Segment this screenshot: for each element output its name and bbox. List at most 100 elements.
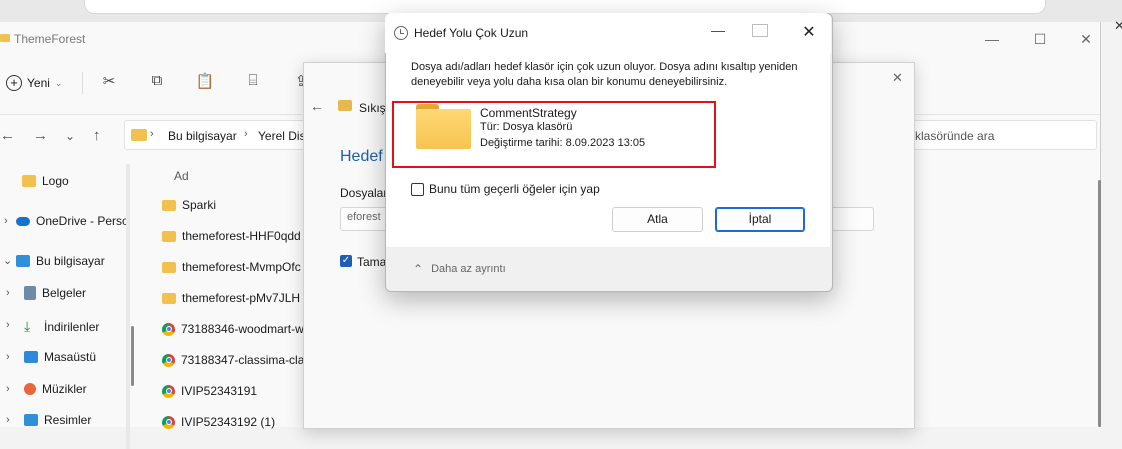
file-name: themeforest-HHF0qdd <box>182 229 301 243</box>
sidebar-item-downloads[interactable]: ⤓ İndirilenler <box>24 318 99 335</box>
cancel-button[interactable]: İptal <box>715 207 805 232</box>
close-icon[interactable]: ✕ <box>892 70 903 86</box>
list-item[interactable]: IVIP52343191 <box>162 384 257 398</box>
sidebar-item-pictures[interactable]: Resimler <box>24 413 91 427</box>
chevron-right-icon[interactable]: › <box>6 383 10 395</box>
sidebar-item-music[interactable]: Müzikler <box>24 382 87 396</box>
chevron-right-icon[interactable]: › <box>6 351 10 363</box>
list-item[interactable]: Sparki <box>162 198 216 212</box>
less-details-label: Daha az ayrıntı <box>431 263 506 275</box>
apply-all-label[interactable]: Bunu tüm geçerli öğeler için yap <box>429 182 600 196</box>
clock-icon <box>394 26 408 40</box>
chrome-icon <box>162 353 175 367</box>
rename-icon[interactable]: ⌸ <box>242 72 264 94</box>
list-item[interactable]: themeforest-MvmpOfc <box>162 260 301 274</box>
search-placeholder: klasöründe ara <box>915 129 995 143</box>
chevron-down-icon[interactable]: ⌄ <box>3 254 12 267</box>
less-details-toggle[interactable]: ⌃ Daha az ayrıntı <box>413 262 506 276</box>
breadcrumb-this-pc[interactable]: Bu bilgisayar <box>168 129 237 143</box>
sidebar-item-label: OneDrive - Perso <box>36 214 129 228</box>
window-title: ThemeForest <box>14 32 86 46</box>
sidebar-item-desktop[interactable]: Masaüstü <box>24 350 96 364</box>
up-icon[interactable]: ↑ <box>93 127 101 144</box>
documents-icon <box>24 286 36 300</box>
folder-icon <box>0 34 10 42</box>
file-name: themeforest-pMv7JLH <box>182 291 301 305</box>
file-name: Sparki <box>182 198 217 212</box>
computer-icon <box>16 255 30 267</box>
scrollbar[interactable] <box>1098 180 1101 427</box>
sidebar-item-label: Resimler <box>44 413 92 427</box>
folder-icon <box>22 175 36 187</box>
chevron-down-icon: ⌄ <box>54 77 63 88</box>
folder-icon <box>162 199 176 211</box>
music-icon <box>24 383 36 395</box>
divider <box>82 72 83 94</box>
minimize-button[interactable]: — <box>978 29 1006 49</box>
apply-all-checkbox[interactable] <box>411 183 424 196</box>
file-name: 73188346-woodmart-w <box>181 322 304 336</box>
chevron-right-icon[interactable]: › <box>4 215 8 227</box>
chevron-up-icon: ⌃ <box>413 262 424 276</box>
item-name: CommentStrategy <box>480 106 577 120</box>
dialog-message: Dosya adı/adları hedef klasör için çok u… <box>411 61 798 88</box>
list-item[interactable]: 73188347-classima-cla <box>162 353 304 367</box>
item-date: Değiştirme tarihi: 8.09.2023 13:05 <box>480 137 646 149</box>
file-name: 73188347-classima-cla <box>181 353 305 367</box>
sidebar-item-logo[interactable]: Logo <box>22 174 69 188</box>
copy-dialog-label: Dosyalar <box>340 186 388 200</box>
folder-icon <box>338 100 352 111</box>
chrome-icon <box>162 384 175 398</box>
file-name: themeforest-MvmpOfc <box>182 260 301 274</box>
copy-dialog-heading: Hedef <box>340 148 383 165</box>
sidebar-item-label: Belgeler <box>42 286 87 300</box>
maximize-button <box>752 24 768 37</box>
folder-icon <box>162 292 176 304</box>
list-item[interactable]: themeforest-HHF0qdd <box>162 229 301 243</box>
sidebar-item-label: Logo <box>42 174 69 188</box>
item-type: Tür: Dosya klasörü <box>480 121 573 133</box>
chevron-right-icon[interactable]: › <box>6 319 10 331</box>
dialog-title: Hedef Yolu Çok Uzun <box>414 26 529 40</box>
browser-address-bar[interactable] <box>84 0 1046 14</box>
checkbox-checked[interactable]: ✓ <box>340 255 352 267</box>
destination-field-value: eforest <box>347 211 381 223</box>
sidebar-item-label: Masaüstü <box>44 350 97 364</box>
list-item[interactable]: themeforest-pMv7JLH <box>162 291 300 305</box>
sidebar-item-onedrive[interactable]: OneDrive - Perso <box>16 214 129 228</box>
new-button-label: Yeni <box>27 76 50 90</box>
breadcrumb-local-disk[interactable]: Yerel Dis <box>258 129 306 143</box>
close-icon[interactable]: ✕ <box>1114 18 1122 34</box>
paste-icon[interactable]: 📋 <box>194 72 216 94</box>
checkbox-label: Tama <box>357 255 387 269</box>
sidebar-scrollbar[interactable] <box>126 164 130 449</box>
copy-icon[interactable]: ⧉ <box>146 72 168 94</box>
sidebar-item-label: Müzikler <box>42 382 87 396</box>
desktop-icon <box>24 351 38 363</box>
maximize-button[interactable]: ☐ <box>1026 29 1054 49</box>
chrome-icon <box>162 322 175 336</box>
close-button[interactable]: ✕ <box>1072 29 1100 49</box>
back-icon[interactable]: ← <box>310 98 324 114</box>
pictures-icon <box>24 414 38 426</box>
sidebar-item-this-pc[interactable]: Bu bilgisayar <box>16 254 105 268</box>
chevron-right-icon: › <box>150 128 154 140</box>
skip-button[interactable]: Atla <box>612 207 703 232</box>
chevron-right-icon[interactable]: › <box>6 414 10 426</box>
back-icon[interactable]: ← <box>0 127 15 144</box>
forward-icon[interactable]: → <box>33 127 48 144</box>
close-button[interactable]: ✕ <box>799 22 819 42</box>
folder-icon <box>162 261 176 273</box>
sidebar-item-documents[interactable]: Belgeler <box>24 286 86 300</box>
cut-icon[interactable]: ✂ <box>98 72 120 94</box>
cloud-icon <box>16 216 30 226</box>
folder-icon <box>131 129 147 141</box>
chevron-down-icon[interactable]: ⌄ <box>65 129 75 143</box>
minimize-button[interactable]: — <box>706 22 730 38</box>
column-header-name[interactable]: Ad <box>174 169 189 183</box>
download-icon: ⤓ <box>24 318 31 334</box>
new-button[interactable]: + Yeni ⌄ <box>6 73 62 93</box>
chevron-right-icon[interactable]: › <box>6 287 10 299</box>
sidebar-scrollbar-thumb[interactable] <box>131 326 134 386</box>
list-item[interactable]: 73188346-woodmart-w <box>162 322 304 336</box>
